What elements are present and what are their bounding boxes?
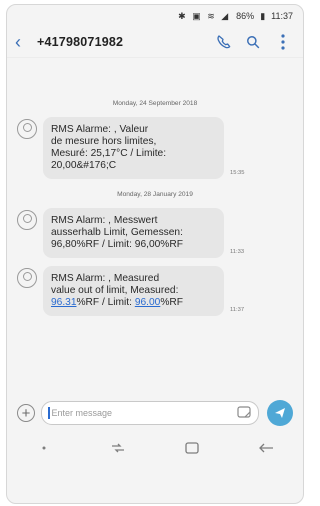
clock: 11:37 [271,11,293,21]
text-caret [48,407,50,419]
message-time: 11:37 [230,307,245,314]
phone-screen: ✱ ▣ ≋ ◢ 86% ▮ 11:37 ‹ +41798071982 Monda… [6,4,304,504]
message-text: %RF [160,297,183,309]
home-icon[interactable] [180,438,204,458]
message-text: RMS Alarm: , Measured value out of limit… [51,273,179,297]
message-time: 15:35 [230,170,245,177]
composer-bar: + Enter message [7,393,303,433]
nav-dot-icon[interactable] [32,438,56,458]
sticker-icon[interactable] [237,406,251,418]
back-arrow-icon[interactable]: ‹ [15,33,37,51]
status-bar: ✱ ▣ ≋ ◢ 86% ▮ 11:37 [7,5,303,27]
conversation-header: ‹ +41798071982 [7,27,303,58]
battery-icon: ▮ [260,10,266,21]
limit-value-link[interactable]: 96.00 [135,297,161,308]
message-input[interactable]: Enter message [41,401,259,425]
date-separator: Monday, 28 January 2019 [117,191,193,199]
search-icon[interactable] [241,32,265,52]
back-icon[interactable] [254,438,278,458]
contact-avatar-icon[interactable] [17,268,37,289]
message-text: %RF / Limit: [76,297,135,309]
message-bubble[interactable]: RMS Alarm: , Measured value out of limit… [43,266,224,317]
add-attachment-icon[interactable]: + [17,404,35,422]
phone-icon[interactable] [211,32,235,52]
message-bubble[interactable]: RMS Alarm: , Messwert ausserhalb Limit, … [43,208,224,259]
message-thread: Monday, 24 September 2018 RMS Alarme: , … [7,58,303,393]
message-item: RMS Alarm: , Messwert ausserhalb Limit, … [17,208,293,259]
contact-avatar-icon[interactable] [17,119,37,139]
battery-level: 86% [236,11,255,21]
message-item: RMS Alarm: , Measured value out of limit… [17,266,293,317]
more-options-icon[interactable] [271,32,295,52]
contact-avatar-icon[interactable] [17,210,37,231]
send-icon [275,408,285,418]
message-bubble[interactable]: RMS Alarme: , Valeur de mesure hors limi… [43,117,224,180]
message-placeholder: Enter message [51,408,113,418]
measured-value-link[interactable]: 96.31 [51,297,77,308]
contact-number: +41798071982 [37,35,124,49]
recent-apps-icon[interactable] [106,438,130,458]
send-button[interactable] [267,400,293,426]
date-separator: Monday, 24 September 2018 [112,100,198,107]
status-icons: ✱ ▣ ≋ ◢ [178,10,231,21]
message-item: RMS Alarme: , Valeur de mesure hors limi… [17,117,293,180]
message-time: 11:33 [230,249,245,256]
navigation-bar [7,433,303,463]
